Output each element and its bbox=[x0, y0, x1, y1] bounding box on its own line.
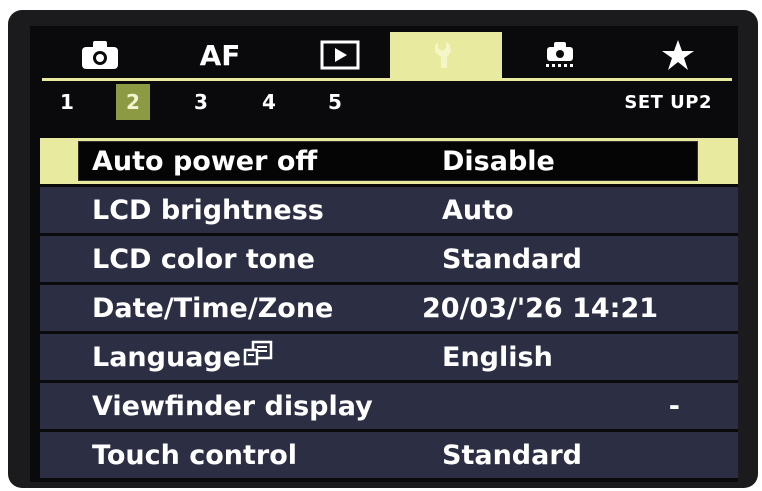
custom-function-icon bbox=[542, 39, 578, 71]
menu-value: English bbox=[442, 341, 553, 373]
language-icon bbox=[243, 340, 273, 375]
tab-af[interactable]: AF bbox=[180, 32, 260, 78]
menu-label: Viewfinder display bbox=[92, 390, 373, 422]
menu-label: Language bbox=[92, 341, 242, 373]
af-tab-label: AF bbox=[199, 38, 241, 72]
menu-label: LCD color tone bbox=[92, 243, 315, 275]
page-tab-5[interactable]: 5 bbox=[318, 84, 352, 120]
menu-row-lcd-color-tone[interactable]: LCD color tone Standard bbox=[40, 236, 738, 282]
page-tab-4[interactable]: 4 bbox=[252, 84, 286, 120]
camera-icon bbox=[80, 39, 120, 71]
menu-value: 20/03/'26 14:21 bbox=[422, 292, 659, 324]
menu-row-touch-control[interactable]: Touch control Standard bbox=[40, 432, 738, 478]
menu-row-auto-power-off[interactable]: Auto power off Disable bbox=[40, 138, 738, 184]
tab-custom-functions[interactable] bbox=[520, 32, 600, 78]
menu-row-date-time-zone[interactable]: Date/Time/Zone 20/03/'26 14:21 bbox=[40, 285, 738, 331]
page-tab-1[interactable]: 1 bbox=[50, 84, 84, 120]
camera-lcd-screen: AF 1 2 3 4 5 SET UP2 Auto power off Disa… bbox=[30, 26, 738, 482]
page-tab-3[interactable]: 3 bbox=[184, 84, 218, 120]
menu-row-language[interactable]: Language English bbox=[40, 334, 738, 380]
tab-setup[interactable] bbox=[390, 32, 502, 78]
tab-underline bbox=[42, 78, 732, 81]
section-label: SET UP2 bbox=[624, 91, 712, 113]
menu-value: Disable bbox=[442, 145, 555, 177]
menu-label: Touch control bbox=[92, 439, 298, 471]
wrench-icon bbox=[430, 38, 462, 72]
star-icon bbox=[661, 39, 695, 71]
menu-value: Standard bbox=[442, 439, 582, 471]
settings-menu: Auto power off Disable LCD brightness Au… bbox=[40, 138, 738, 481]
menu-row-viewfinder-display[interactable]: Viewfinder display - bbox=[40, 383, 738, 429]
playback-icon bbox=[320, 40, 360, 70]
menu-value: Auto bbox=[442, 194, 514, 226]
tab-my-menu[interactable] bbox=[638, 32, 718, 78]
tab-playback[interactable] bbox=[300, 32, 380, 78]
menu-label-wrap: Language bbox=[92, 334, 273, 380]
menu-label: LCD brightness bbox=[92, 194, 324, 226]
menu-value: - bbox=[668, 390, 680, 422]
page-tab-2[interactable]: 2 bbox=[116, 84, 150, 120]
menu-label: Date/Time/Zone bbox=[92, 292, 334, 324]
menu-value: Standard bbox=[442, 243, 582, 275]
sub-page-tabs: 1 2 3 4 5 SET UP2 bbox=[30, 84, 738, 120]
tab-shooting[interactable] bbox=[60, 32, 140, 78]
menu-row-lcd-brightness[interactable]: LCD brightness Auto bbox=[40, 187, 738, 233]
menu-label: Auto power off bbox=[92, 145, 318, 177]
menu-tab-bar: AF bbox=[30, 32, 738, 78]
